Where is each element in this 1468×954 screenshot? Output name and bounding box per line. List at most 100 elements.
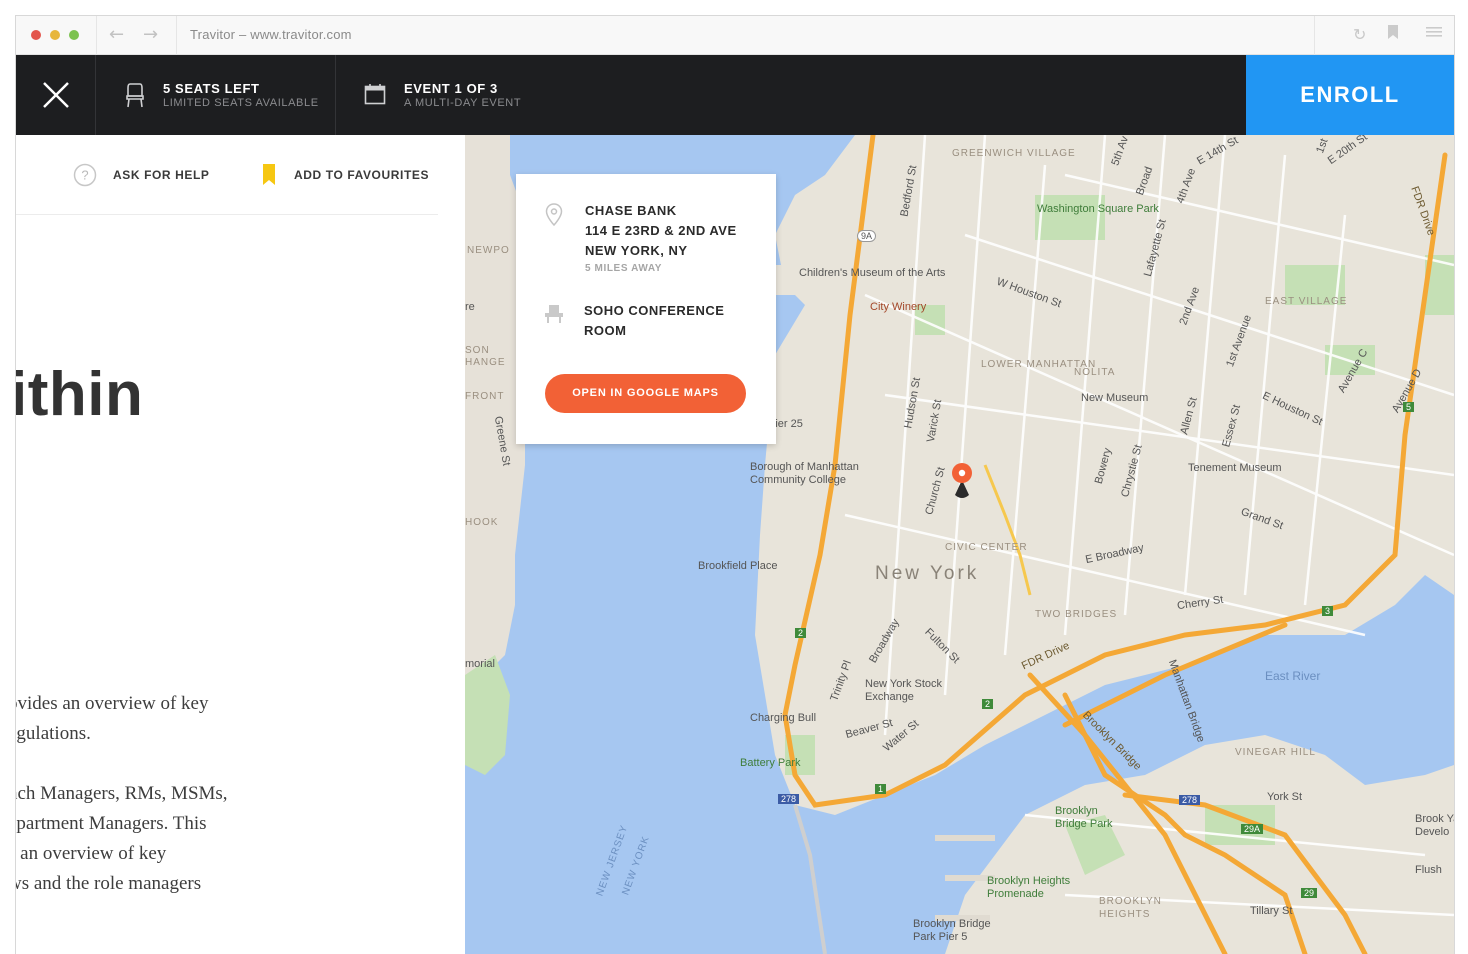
open-in-google-maps-button[interactable]: OPEN IN GOOGLE MAPS <box>545 374 746 413</box>
map-label-bmcc: Borough of Manhattan Community College <box>750 461 859 486</box>
map-label-vinegar-hill: VINEGAR HILL <box>1235 747 1316 758</box>
route-shield-2-b: 2 <box>982 699 994 709</box>
map-label-two-bridges: TWO BRIDGES <box>1035 609 1118 620</box>
map-label-greenwich: GREENWICH VILLAGE <box>952 148 1076 159</box>
map-label-promenade: Brooklyn Heights Promenade <box>987 875 1071 900</box>
room-name-line: ROOM <box>584 323 627 338</box>
venue-city: NEW YORK, NY <box>585 243 688 258</box>
map-label-washington: Washington Square Park <box>1037 203 1159 215</box>
bookmark-icon <box>263 164 275 185</box>
seats-info: 5 SEATS LEFT LIMITED SEATS AVAILABLE <box>96 55 336 135</box>
description-line: ovides an overview of key <box>16 693 209 714</box>
close-x-icon <box>43 82 69 108</box>
course-content-panel: ? ASK FOR HELP ADD TO FAVOURITES ithin o… <box>16 135 465 954</box>
map-label-brooklyn-bridge-park: Brooklyn Bridge Park <box>1055 805 1113 830</box>
map-label-nyse: New York Stock Exchange <box>865 678 943 703</box>
description-line: egulations. <box>16 723 91 744</box>
map-label-charging-bull: Charging Bull <box>750 712 817 724</box>
close-button[interactable] <box>16 55 96 135</box>
page-margin-right <box>1454 0 1468 954</box>
map-label-re: re <box>465 301 475 313</box>
description-line: ws and the role managers <box>16 873 202 894</box>
add-to-favourites-button[interactable]: ADD TO FAVOURITES <box>262 162 429 188</box>
description-line: epartment Managers. This <box>16 813 207 834</box>
map-label-york-st: York St <box>1267 791 1303 803</box>
map-label-new-museum: New Museum <box>1081 392 1149 404</box>
event-count-title: EVENT 1 OF 3 <box>404 81 498 96</box>
back-arrow-icon[interactable]: ← <box>109 25 124 45</box>
description-line: nch Managers, RMs, MSMs, <box>16 783 228 804</box>
calendar-icon <box>364 84 386 105</box>
map-label-new-york: New York <box>875 563 980 584</box>
address-bar[interactable]: Travitor – www.travitor.com <box>190 27 352 42</box>
room-name-line: SOHO CONFERENCE <box>584 303 725 318</box>
map-label-flush: Flush <box>1415 864 1442 876</box>
venue-distance: 5 MILES AWAY <box>585 263 663 274</box>
reload-icon[interactable]: ↻ <box>1353 26 1366 44</box>
map-label-tillary: Tillary St <box>1250 905 1293 917</box>
course-title: ithin <box>16 360 144 429</box>
course-actions: ? ASK FOR HELP ADD TO FAVOURITES <box>16 135 438 215</box>
route-shield-9a: 9A <box>857 230 877 242</box>
window-minimize-button[interactable] <box>50 30 60 40</box>
map-label-hook: HOOK <box>465 517 499 528</box>
window-zoom-button[interactable] <box>69 30 79 40</box>
chair-icon <box>126 83 144 108</box>
route-shield-29: 29 <box>1301 888 1318 898</box>
page-margin-top <box>0 0 1468 16</box>
event-count-subtitle: A MULTI-DAY EVENT <box>404 97 522 109</box>
add-to-favourites-label: ADD TO FAVOURITES <box>294 168 430 182</box>
map-pin-icon <box>545 203 563 227</box>
map-label-memorial: morial <box>465 658 495 670</box>
window-close-button[interactable] <box>31 30 41 40</box>
description-line: s an overview of key <box>16 843 167 864</box>
map-label-childrens-museum: Children's Museum of the Arts <box>799 267 946 279</box>
route-shield-278: 278 <box>778 794 800 804</box>
toolbar-divider <box>96 16 97 55</box>
event-info: EVENT 1 OF 3 A MULTI-DAY EVENT <box>336 55 616 135</box>
map-label-battery-park: Battery Park <box>740 757 801 769</box>
map-label-front: FRONT <box>465 391 505 402</box>
location-card: CHASE BANK 114 E 23RD & 2ND AVE NEW YORK… <box>516 174 776 444</box>
map-label-tenement-museum: Tenement Museum <box>1188 462 1282 474</box>
bookmark-icon[interactable] <box>1387 24 1399 44</box>
forward-arrow-icon[interactable]: → <box>143 25 158 45</box>
route-shield-278-b: 278 <box>1179 795 1201 805</box>
seats-left-title: 5 SEATS LEFT <box>163 81 260 96</box>
route-shield-29a: 29A <box>1241 824 1264 834</box>
map-label-city-winery: City Winery <box>870 301 927 313</box>
room-chair-icon <box>545 305 563 323</box>
route-shield-5: 5 <box>1403 402 1415 412</box>
seats-left-subtitle: LIMITED SEATS AVAILABLE <box>163 97 319 109</box>
ask-for-help-label: ASK FOR HELP <box>113 168 210 182</box>
route-shield-3: 3 <box>1322 606 1334 616</box>
map-label-civic-center: CIVIC CENTER <box>945 542 1028 553</box>
venue-address: CHASE BANK 114 E 23RD & 2ND AVE NEW YORK… <box>585 201 737 261</box>
map-label-hange: HANGE <box>465 357 506 368</box>
hamburger-menu-icon[interactable] <box>1426 25 1442 43</box>
event-header-bar: 5 SEATS LEFT LIMITED SEATS AVAILABLE EVE… <box>16 55 1454 135</box>
map-label-navy-yard: Brook Yard Develo <box>1415 813 1454 838</box>
venue-name: CHASE BANK <box>585 203 677 218</box>
venue-street: 114 E 23RD & 2ND AVE <box>585 223 737 238</box>
toolbar-divider <box>1314 16 1315 55</box>
browser-toolbar: ← → Travitor – www.travitor.com ↻ <box>16 16 1454 55</box>
question-circle-icon: ? <box>73 163 97 187</box>
map-label-brooklyn-heights: BROOKLYN HEIGHTS <box>1099 896 1162 920</box>
page-margin-left <box>0 0 16 954</box>
map-label-son: SON <box>465 345 490 356</box>
map-label-newport: NEWPO <box>467 245 510 256</box>
map-label-pier-5: Brooklyn Bridge Park Pier 5 <box>913 918 991 943</box>
route-shield-2: 2 <box>795 628 807 638</box>
browser-window: ← → Travitor – www.travitor.com ↻ 5 SEAT… <box>16 16 1454 954</box>
map-label-east-river: East River <box>1265 669 1321 683</box>
map-label-nolita: NOLITA <box>1074 367 1116 378</box>
toolbar-divider <box>176 16 177 55</box>
map-label-east-village: EAST VILLAGE <box>1265 296 1348 307</box>
room-name: SOHO CONFERENCE ROOM <box>584 301 754 341</box>
enroll-button[interactable]: ENROLL <box>1246 55 1454 135</box>
svg-text:?: ? <box>81 168 88 183</box>
route-shield-1: 1 <box>875 784 887 794</box>
ask-for-help-button[interactable]: ? ASK FOR HELP <box>73 162 210 188</box>
map-label-brookfield-place: Brookfield Place <box>698 560 778 572</box>
